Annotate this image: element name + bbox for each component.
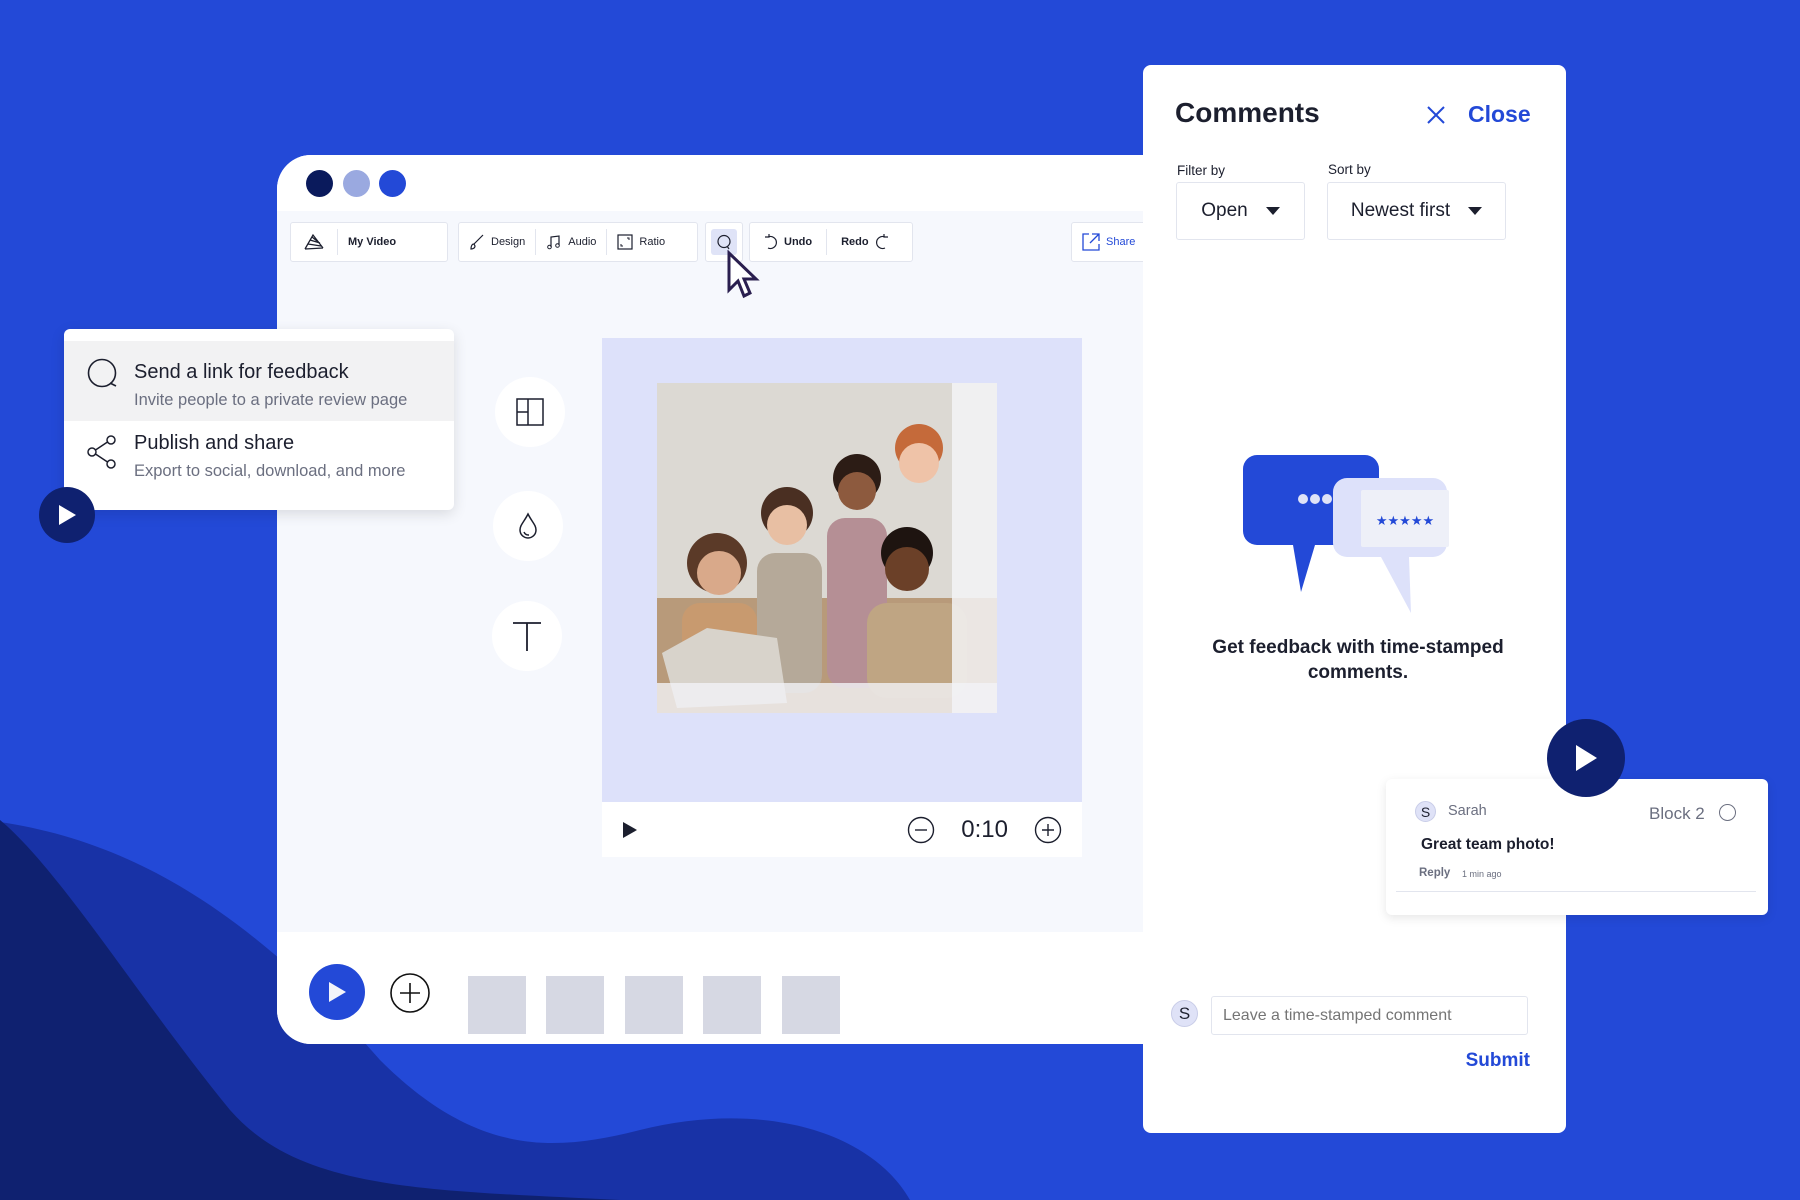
comment-input[interactable] (1211, 996, 1528, 1035)
add-block-icon[interactable] (389, 972, 431, 1014)
share-icon (86, 434, 118, 470)
floating-play-button-right[interactable] (1547, 719, 1625, 797)
duration-readout: 0:10 (961, 815, 1008, 843)
music-note-icon (546, 234, 562, 250)
photo-illustration (657, 383, 997, 713)
project-name[interactable]: My Video (338, 223, 406, 261)
comment-avatar: S (1415, 801, 1436, 822)
panel-title: Comments (1175, 97, 1320, 128)
brush-icon (469, 234, 485, 250)
window-dot-minimize[interactable] (343, 170, 370, 197)
team-photo (657, 383, 997, 713)
close-icon (1426, 105, 1446, 125)
timeline-strip (277, 932, 1177, 1044)
comment-text: Great team photo! (1421, 836, 1555, 853)
play-icon[interactable] (622, 821, 638, 839)
divider (1396, 891, 1756, 892)
window-dot-maximize[interactable] (379, 170, 406, 197)
svg-text:★★★★★: ★★★★★ (1376, 514, 1434, 529)
window-dot-close[interactable] (306, 170, 333, 197)
comment-timestamp: 1 min ago (1462, 869, 1502, 879)
submit-button[interactable]: Submit (1466, 1050, 1530, 1072)
comments-panel: Comments Close Filter by Open Sort by Ne… (1143, 65, 1566, 1133)
filter-label: Filter by (1177, 163, 1226, 178)
ratio-button[interactable]: Ratio (607, 223, 675, 261)
sort-label: Sort by (1328, 162, 1371, 177)
video-canvas[interactable] (602, 338, 1082, 802)
reply-button[interactable]: Reply (1419, 867, 1450, 879)
timeline-block-1[interactable] (468, 976, 526, 1034)
project-group: My Video (290, 222, 448, 262)
sort-select[interactable]: Newest first (1327, 182, 1506, 240)
timeline-block-5[interactable] (782, 976, 840, 1034)
zoom-in-icon[interactable] (1034, 816, 1062, 844)
aspect-ratio-icon (617, 234, 633, 250)
play-icon (57, 504, 77, 526)
history-group: Undo Redo (749, 222, 913, 262)
play-icon (327, 981, 347, 1003)
color-tool-button[interactable] (493, 491, 563, 561)
window-titlebar (277, 155, 1177, 211)
text-icon (511, 620, 543, 652)
comment-card: S Sarah Block 2 Great team photo! Reply … (1386, 779, 1768, 915)
feedback-illustration: ★★★★★ (1243, 455, 1449, 613)
floating-play-button-left[interactable] (39, 487, 95, 543)
zoom-out-icon[interactable] (907, 816, 935, 844)
droplet-icon (517, 512, 539, 540)
design-group: Design Audio Ratio (458, 222, 698, 262)
redo-button[interactable]: Redo (827, 223, 903, 261)
redo-icon (875, 234, 889, 250)
comment-icon (716, 234, 732, 250)
close-button[interactable]: Close (1426, 101, 1531, 128)
layout-tool-button[interactable] (495, 377, 565, 447)
play-icon (1573, 743, 1599, 773)
design-button[interactable]: Design (459, 223, 535, 261)
timeline-block-3[interactable] (625, 976, 683, 1034)
undo-icon (764, 234, 778, 250)
filter-select[interactable]: Open (1176, 182, 1305, 240)
timeline-play-button[interactable] (309, 964, 365, 1020)
layout-icon (515, 397, 545, 427)
user-avatar: S (1171, 1000, 1198, 1027)
chevron-down-icon (1468, 207, 1483, 215)
timeline-block-2[interactable] (546, 976, 604, 1034)
mouse-cursor-icon (726, 250, 762, 302)
timeline-block-4[interactable] (703, 976, 761, 1034)
comment-icon (86, 357, 120, 391)
external-link-icon (1082, 233, 1100, 251)
logo-icon (303, 233, 325, 251)
comment-author: Sarah (1448, 803, 1487, 819)
comment-block-label: Block 2 (1649, 804, 1705, 823)
resolve-checkbox[interactable] (1719, 804, 1736, 821)
menu-item-send-feedback-link[interactable]: Send a link for feedback Invite people t… (64, 341, 454, 421)
video-editor-window: My Video Design Audio Ratio Undo Redo Sh… (277, 155, 1177, 1044)
chevron-down-icon (1265, 207, 1280, 215)
player-controls: 0:10 (602, 802, 1082, 857)
logo-button[interactable] (291, 223, 337, 261)
menu-item-publish-share[interactable]: Publish and share Export to social, down… (64, 422, 454, 502)
audio-button[interactable]: Audio (536, 223, 606, 261)
empty-state-message: Get feedback with time-stamped comments. (1212, 637, 1504, 683)
share-button[interactable]: Share (1072, 223, 1145, 261)
text-tool-button[interactable] (492, 601, 562, 671)
share-menu: Send a link for feedback Invite people t… (64, 329, 454, 510)
